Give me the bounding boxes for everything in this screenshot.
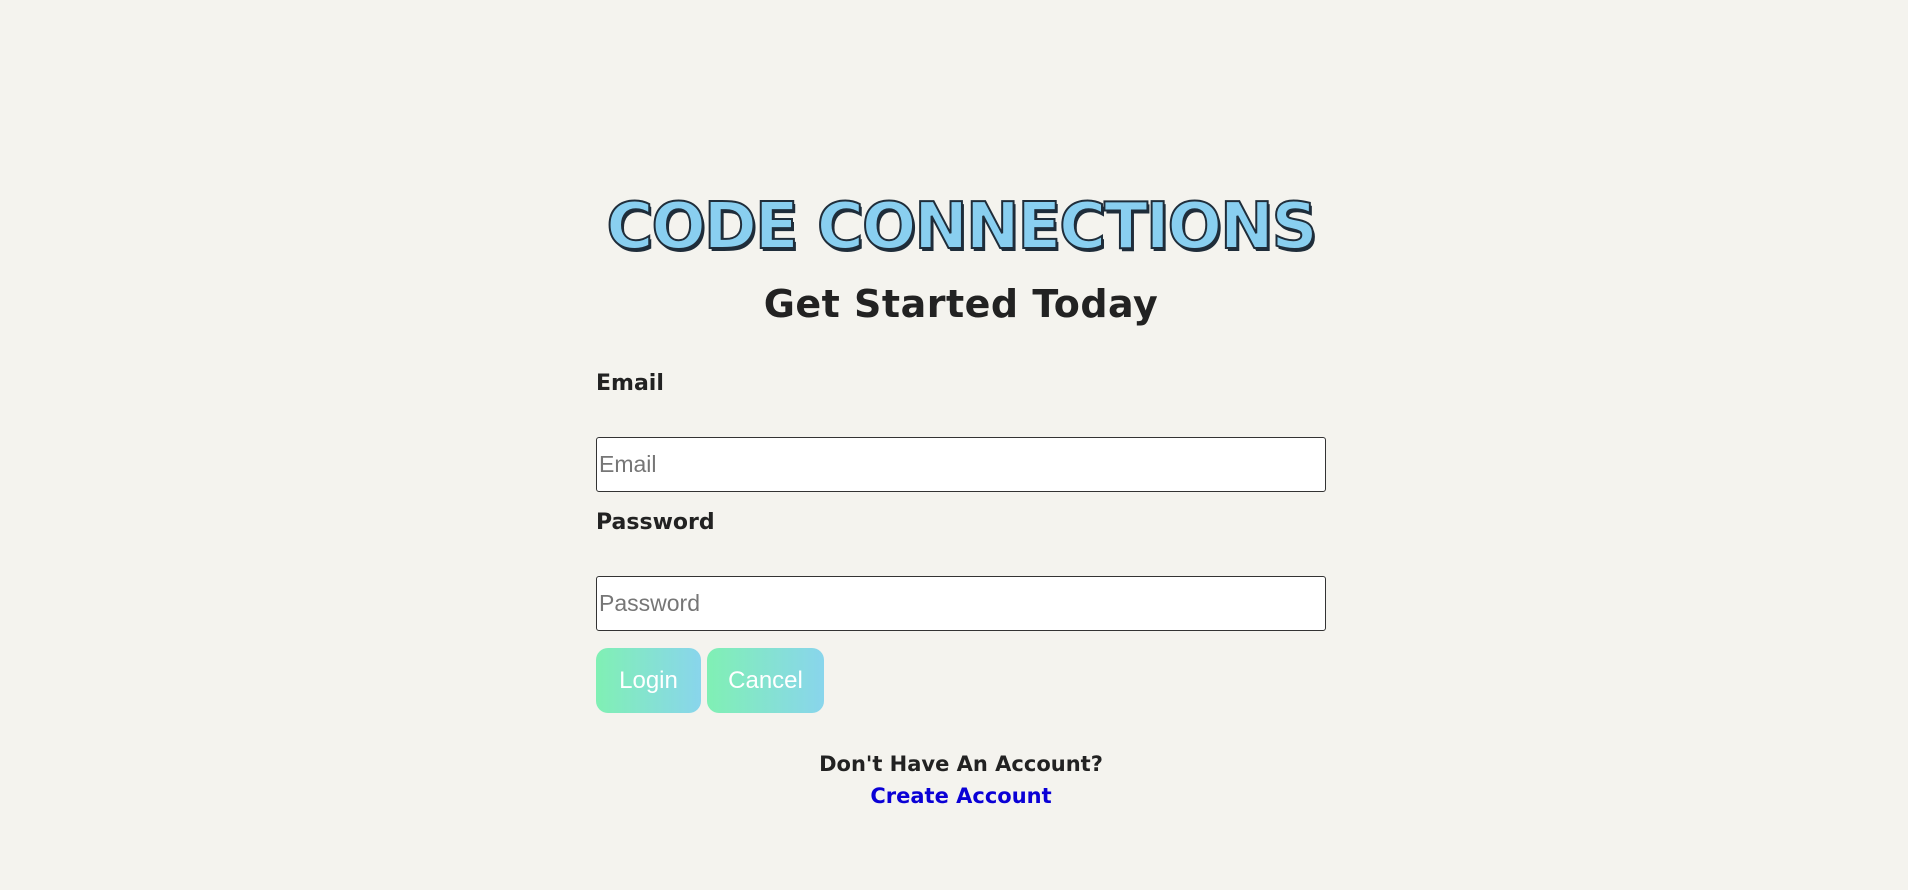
password-input[interactable] <box>596 576 1326 631</box>
signup-prompt: Don't Have An Account? <box>819 752 1103 776</box>
email-label: Email <box>596 371 664 396</box>
cancel-button[interactable]: Cancel <box>707 648 824 713</box>
password-label: Password <box>596 510 715 535</box>
login-button[interactable]: Login <box>596 648 701 713</box>
login-page: CODE CONNECTIONS Get Started Today Email… <box>0 0 1908 890</box>
email-input[interactable] <box>596 437 1326 492</box>
create-account-row: Create Account <box>0 781 1908 811</box>
create-account-link[interactable]: Create Account <box>870 784 1051 808</box>
